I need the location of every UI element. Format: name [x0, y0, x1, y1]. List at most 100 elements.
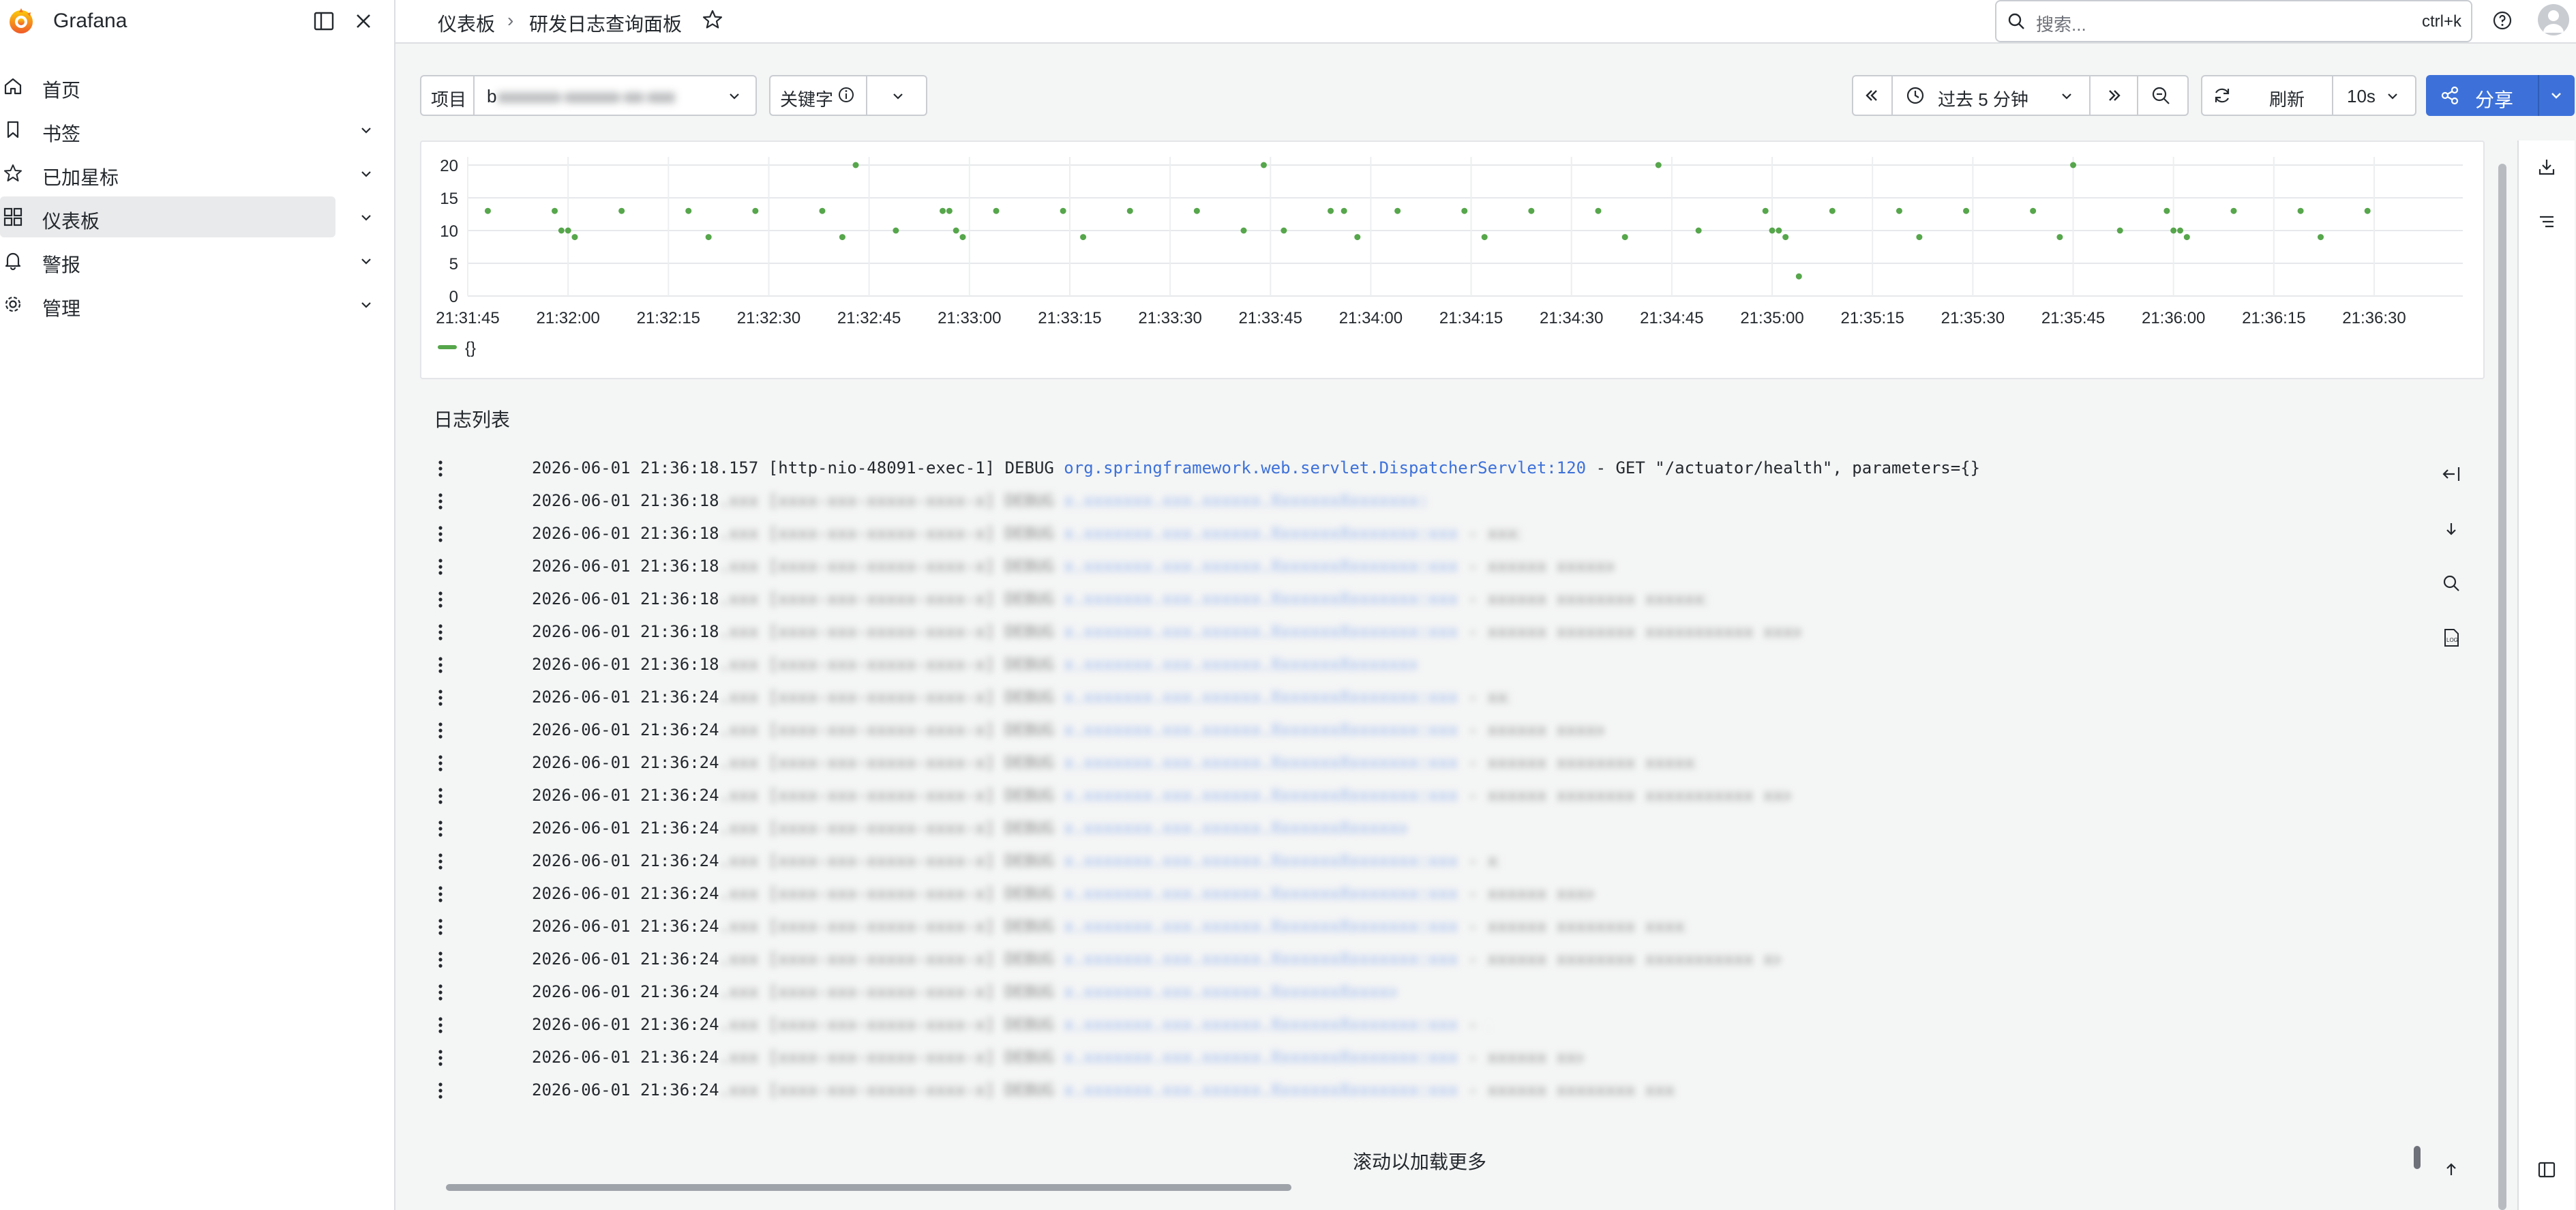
- kebab-menu-icon[interactable]: [438, 918, 443, 936]
- chevron-down-icon[interactable]: [359, 123, 374, 138]
- log-row[interactable]: 2026-06-01 21:36:24.xxx [xxxx-xxx-xxxxx-…: [420, 1072, 2411, 1105]
- time-picker[interactable]: 过去 5 分钟: [1852, 75, 2189, 116]
- scatter-point[interactable]: [1795, 273, 1802, 280]
- scatter-point[interactable]: [2176, 227, 2183, 234]
- close-menu-icon[interactable]: [352, 10, 375, 33]
- scatter-point[interactable]: [2116, 227, 2123, 234]
- refresh-interval[interactable]: 10s: [2347, 86, 2376, 107]
- kebab-menu-icon[interactable]: [438, 787, 443, 805]
- scatter-point[interactable]: [2163, 207, 2170, 214]
- search-icon[interactable]: [2441, 573, 2461, 593]
- arrow-down-icon[interactable]: [2441, 518, 2461, 539]
- kebab-menu-icon[interactable]: [438, 853, 443, 870]
- log-row[interactable]: 2026-06-01 21:36:24.xxx [xxxx-xxx-xxxxx-…: [420, 974, 2411, 1007]
- log-row[interactable]: 2026-06-01 21:36:18.xxx [xxxx-xxx-xxxxx-…: [420, 614, 2411, 647]
- refresh-label[interactable]: 刷新: [2269, 86, 2305, 111]
- kebab-menu-icon[interactable]: [438, 525, 443, 543]
- log-row[interactable]: 2026-06-01 21:36:18.xxx [xxxx-xxx-xxxxx-…: [420, 483, 2411, 516]
- kebab-menu-icon[interactable]: [438, 951, 443, 969]
- scatter-point[interactable]: [752, 207, 759, 214]
- page-scrollbar[interactable]: [2498, 164, 2506, 1210]
- nav-item-starred[interactable]: 已加星标: [0, 153, 371, 194]
- import-icon[interactable]: [2536, 157, 2557, 177]
- star-icon[interactable]: [701, 8, 724, 31]
- scatter-point[interactable]: [959, 234, 966, 241]
- scrollbar-thumb[interactable]: [446, 1184, 1291, 1191]
- chevron-down-icon[interactable]: [359, 166, 374, 181]
- scatter-point[interactable]: [1060, 207, 1066, 214]
- scatter-point[interactable]: [1762, 207, 1769, 214]
- nav-item-bookmarks[interactable]: 书签: [0, 109, 371, 150]
- search-box[interactable]: 搜索... ctrl+k: [1995, 0, 2472, 42]
- scatter-point[interactable]: [571, 234, 578, 241]
- scatter-point[interactable]: [946, 207, 953, 214]
- log-row[interactable]: 2026-06-01 21:36:18.xxx [xxxx-xxx-xxxxx-…: [420, 516, 2411, 548]
- refresh-picker[interactable]: 刷新 10s: [2201, 75, 2416, 116]
- help-icon[interactable]: [2491, 10, 2513, 31]
- kebab-menu-icon[interactable]: [438, 656, 443, 674]
- chevron-down-icon[interactable]: [724, 86, 745, 106]
- scatter-point[interactable]: [1341, 207, 1347, 214]
- scatter-point[interactable]: [705, 234, 712, 241]
- chevron-down-icon[interactable]: [2546, 85, 2566, 106]
- kebab-menu-icon[interactable]: [438, 984, 443, 1001]
- kebab-menu-icon[interactable]: [438, 1049, 443, 1067]
- log-row[interactable]: 2026-06-01 21:36:18.157 [http-nio-48091-…: [420, 450, 2411, 483]
- scatter-point[interactable]: [940, 207, 946, 214]
- scatter-point[interactable]: [1354, 234, 1361, 241]
- log-row[interactable]: 2026-06-01 21:36:18.xxx [xxxx-xxx-xxxxx-…: [420, 581, 2411, 614]
- kebab-menu-icon[interactable]: [438, 885, 443, 903]
- kebab-menu-icon[interactable]: [438, 460, 443, 477]
- scatter-point[interactable]: [2170, 227, 2177, 234]
- scatter-point[interactable]: [993, 207, 1000, 214]
- scatter-point[interactable]: [1394, 207, 1401, 214]
- scatter-point[interactable]: [2230, 207, 2237, 214]
- chevrons-right-icon[interactable]: [2104, 85, 2125, 106]
- scatter-chart[interactable]: 20 15 10 5 0 21:31:45 21:32:00 21:32:15 21:32:30…: [421, 142, 2483, 378]
- log-scrollbar-thumb[interactable]: [2414, 1146, 2421, 1169]
- grafana-logo-icon[interactable]: [7, 7, 35, 35]
- kebab-menu-icon[interactable]: [438, 492, 443, 510]
- keyword-variable[interactable]: 关键字: [769, 75, 927, 116]
- log-row[interactable]: 2026-06-01 21:36:24.xxx [xxxx-xxx-xxxxx-…: [420, 941, 2411, 974]
- outline-icon[interactable]: [2536, 211, 2557, 232]
- chevron-down-icon[interactable]: [2382, 86, 2403, 106]
- scatter-point[interactable]: [1280, 227, 1287, 234]
- sidebar-toggle-icon[interactable]: [2536, 1160, 2557, 1180]
- scatter-point[interactable]: [893, 227, 899, 234]
- scatter-point[interactable]: [839, 234, 845, 241]
- scatter-point[interactable]: [1776, 227, 1782, 234]
- scatter-point[interactable]: [1695, 227, 1702, 234]
- scatter-point[interactable]: [819, 207, 826, 214]
- log-row[interactable]: 2026-06-01 21:36:24.xxx [xxxx-xxx-xxxxx-…: [420, 909, 2411, 941]
- scatter-point[interactable]: [1461, 207, 1468, 214]
- chevron-down-icon[interactable]: [888, 86, 908, 106]
- scatter-point[interactable]: [552, 207, 558, 214]
- kebab-menu-icon[interactable]: [438, 820, 443, 838]
- dock-menu-icon[interactable]: [312, 10, 335, 33]
- arrow-up-icon[interactable]: [2441, 1160, 2461, 1180]
- scatter-point[interactable]: [2056, 234, 2063, 241]
- kebab-menu-icon[interactable]: [438, 1082, 443, 1100]
- scatter-point[interactable]: [1782, 234, 1789, 241]
- scatter-point[interactable]: [2183, 234, 2190, 241]
- log-row[interactable]: 2026-06-01 21:36:24.xxx [xxxx-xxx-xxxxx-…: [420, 679, 2411, 712]
- scatter-point[interactable]: [1963, 207, 1970, 214]
- kebab-menu-icon[interactable]: [438, 591, 443, 608]
- scatter-point[interactable]: [1126, 207, 1133, 214]
- scatter-point[interactable]: [1621, 234, 1628, 241]
- log-row[interactable]: 2026-06-01 21:36:24.xxx [xxxx-xxx-xxxxx-…: [420, 1039, 2411, 1072]
- scatter-point[interactable]: [1769, 227, 1776, 234]
- load-more-text[interactable]: 滚动以加载更多: [1353, 1147, 1486, 1175]
- avatar[interactable]: [2538, 4, 2569, 35]
- chevron-down-icon[interactable]: [2056, 86, 2077, 106]
- scatter-point[interactable]: [1655, 162, 1662, 168]
- scatter-point[interactable]: [1240, 227, 1247, 234]
- zoom-out-icon[interactable]: [2151, 85, 2171, 106]
- project-variable[interactable]: 项目 b xxxxxxx-xxxxxx-xx-xxx: [420, 75, 757, 116]
- info-icon[interactable]: [837, 86, 855, 104]
- scatter-point[interactable]: [953, 227, 959, 234]
- kebab-menu-icon[interactable]: [438, 689, 443, 707]
- scatter-point[interactable]: [2070, 162, 2077, 168]
- scatter-point[interactable]: [1896, 207, 1902, 214]
